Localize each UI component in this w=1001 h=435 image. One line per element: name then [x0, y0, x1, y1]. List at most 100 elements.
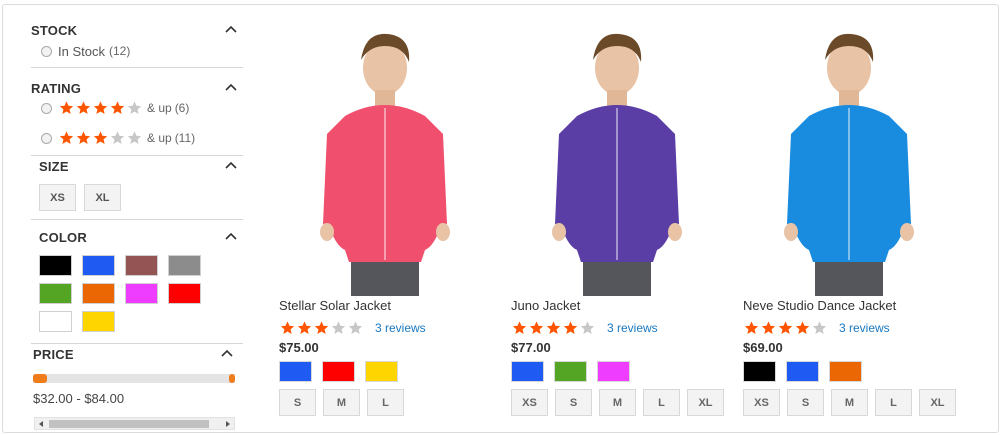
- product-color-swatch[interactable]: [511, 361, 544, 382]
- color-swatch[interactable]: [39, 311, 72, 332]
- star-filled-icon: [562, 320, 579, 336]
- size-option-xs[interactable]: XS: [39, 184, 76, 211]
- product-color-swatch[interactable]: [786, 361, 819, 382]
- horizontal-scrollbar[interactable]: [34, 417, 235, 430]
- color-swatch[interactable]: [168, 283, 201, 304]
- scrollbar-thumb[interactable]: [49, 420, 209, 428]
- product-color-swatch[interactable]: [279, 361, 312, 382]
- reviews-link[interactable]: 3 reviews: [607, 321, 658, 335]
- scroll-right-icon[interactable]: [224, 420, 232, 428]
- product-color-swatch[interactable]: [597, 361, 630, 382]
- product-color-swatch[interactable]: [743, 361, 776, 382]
- star-filled-icon: [313, 320, 330, 336]
- option-suffix: & up: [147, 131, 172, 145]
- product-size-option[interactable]: L: [643, 389, 680, 416]
- option-count: (6): [174, 101, 190, 115]
- star-filled-icon: [528, 320, 545, 336]
- filter-title: RATING: [31, 81, 82, 96]
- product-size-option[interactable]: S: [787, 389, 824, 416]
- product-size-option[interactable]: M: [831, 389, 868, 416]
- product-size-option[interactable]: S: [279, 389, 316, 416]
- option-count: (12): [108, 44, 131, 58]
- product-image[interactable]: [507, 24, 727, 296]
- star-filled-icon: [92, 100, 109, 116]
- product-size-option[interactable]: L: [367, 389, 404, 416]
- star-filled-icon: [75, 130, 92, 146]
- product-name-link[interactable]: Neve Studio Dance Jacket: [743, 298, 896, 313]
- color-swatch[interactable]: [125, 255, 158, 276]
- product-color-swatch[interactable]: [829, 361, 862, 382]
- star-rating: [743, 320, 828, 336]
- star-rating: [58, 130, 143, 146]
- filter-stock: STOCK In Stock (12): [31, 22, 243, 68]
- star-filled-icon: [279, 320, 296, 336]
- product-rating: 3 reviews: [743, 320, 890, 336]
- star-empty-icon: [347, 320, 364, 336]
- color-swatch[interactable]: [168, 255, 201, 276]
- product-price: $75.00: [279, 340, 319, 355]
- price-slider-min-handle[interactable]: [33, 374, 47, 383]
- product-color-swatch[interactable]: [365, 361, 398, 382]
- filter-title: SIZE: [39, 159, 69, 174]
- star-empty-icon: [109, 130, 126, 146]
- filter-size-header[interactable]: SIZE: [39, 158, 243, 176]
- product-image[interactable]: [275, 24, 495, 296]
- product-color-swatch[interactable]: [322, 361, 355, 382]
- filter-color-header[interactable]: COLOR: [39, 229, 243, 247]
- price-slider-max-handle[interactable]: [229, 374, 235, 383]
- star-rating: [58, 100, 143, 116]
- product-color-swatch[interactable]: [554, 361, 587, 382]
- color-swatch[interactable]: [39, 283, 72, 304]
- filter-stock-header[interactable]: STOCK: [31, 22, 243, 40]
- product-price: $77.00: [511, 340, 551, 355]
- product-size-option[interactable]: XL: [919, 389, 956, 416]
- reviews-link[interactable]: 3 reviews: [839, 321, 890, 335]
- filter-rating: RATING & up (6) & up (11): [31, 80, 243, 156]
- product-size-option[interactable]: M: [599, 389, 636, 416]
- product-size-option[interactable]: S: [555, 389, 592, 416]
- color-swatch[interactable]: [82, 255, 115, 276]
- color-swatch[interactable]: [39, 255, 72, 276]
- scroll-left-icon[interactable]: [37, 420, 45, 428]
- product-size-option[interactable]: XL: [687, 389, 724, 416]
- product-size-option[interactable]: M: [323, 389, 360, 416]
- star-filled-icon: [511, 320, 528, 336]
- chevron-up-icon[interactable]: [225, 231, 237, 243]
- color-swatch[interactable]: [82, 283, 115, 304]
- filter-title: COLOR: [39, 230, 87, 245]
- chevron-up-icon[interactable]: [225, 160, 237, 172]
- rating-option-3-up[interactable]: & up (11): [41, 130, 243, 146]
- radio-button[interactable]: [41, 132, 52, 144]
- option-count: (11): [174, 131, 196, 145]
- star-filled-icon: [58, 100, 75, 116]
- product-name-link[interactable]: Juno Jacket: [511, 298, 580, 313]
- filter-price-header[interactable]: PRICE: [33, 346, 239, 364]
- product-rating: 3 reviews: [279, 320, 426, 336]
- filter-color: COLOR: [31, 229, 243, 344]
- product-image[interactable]: [739, 24, 959, 296]
- price-slider-track[interactable]: [33, 374, 235, 383]
- star-filled-icon: [92, 130, 109, 146]
- color-swatch[interactable]: [82, 311, 115, 332]
- chevron-up-icon[interactable]: [225, 24, 237, 36]
- filter-rating-header[interactable]: RATING: [31, 80, 243, 98]
- product-size-option[interactable]: L: [875, 389, 912, 416]
- product-size-option[interactable]: XS: [511, 389, 548, 416]
- color-swatch[interactable]: [125, 283, 158, 304]
- size-option-xl[interactable]: XL: [84, 184, 121, 211]
- star-empty-icon: [126, 100, 143, 116]
- stock-option-in-stock[interactable]: In Stock (12): [41, 43, 243, 59]
- chevron-up-icon[interactable]: [225, 82, 237, 94]
- product-size-option[interactable]: XS: [743, 389, 780, 416]
- star-filled-icon: [75, 100, 92, 116]
- radio-button[interactable]: [41, 45, 52, 57]
- filter-size: SIZE XS XL: [31, 158, 243, 220]
- radio-button[interactable]: [41, 102, 52, 114]
- star-filled-icon: [743, 320, 760, 336]
- rating-option-4-up[interactable]: & up (6): [41, 100, 243, 116]
- reviews-link[interactable]: 3 reviews: [375, 321, 426, 335]
- star-filled-icon: [58, 130, 75, 146]
- chevron-up-icon[interactable]: [221, 348, 233, 360]
- price-range-label: $32.00 - $84.00: [33, 391, 125, 406]
- product-name-link[interactable]: Stellar Solar Jacket: [279, 298, 391, 313]
